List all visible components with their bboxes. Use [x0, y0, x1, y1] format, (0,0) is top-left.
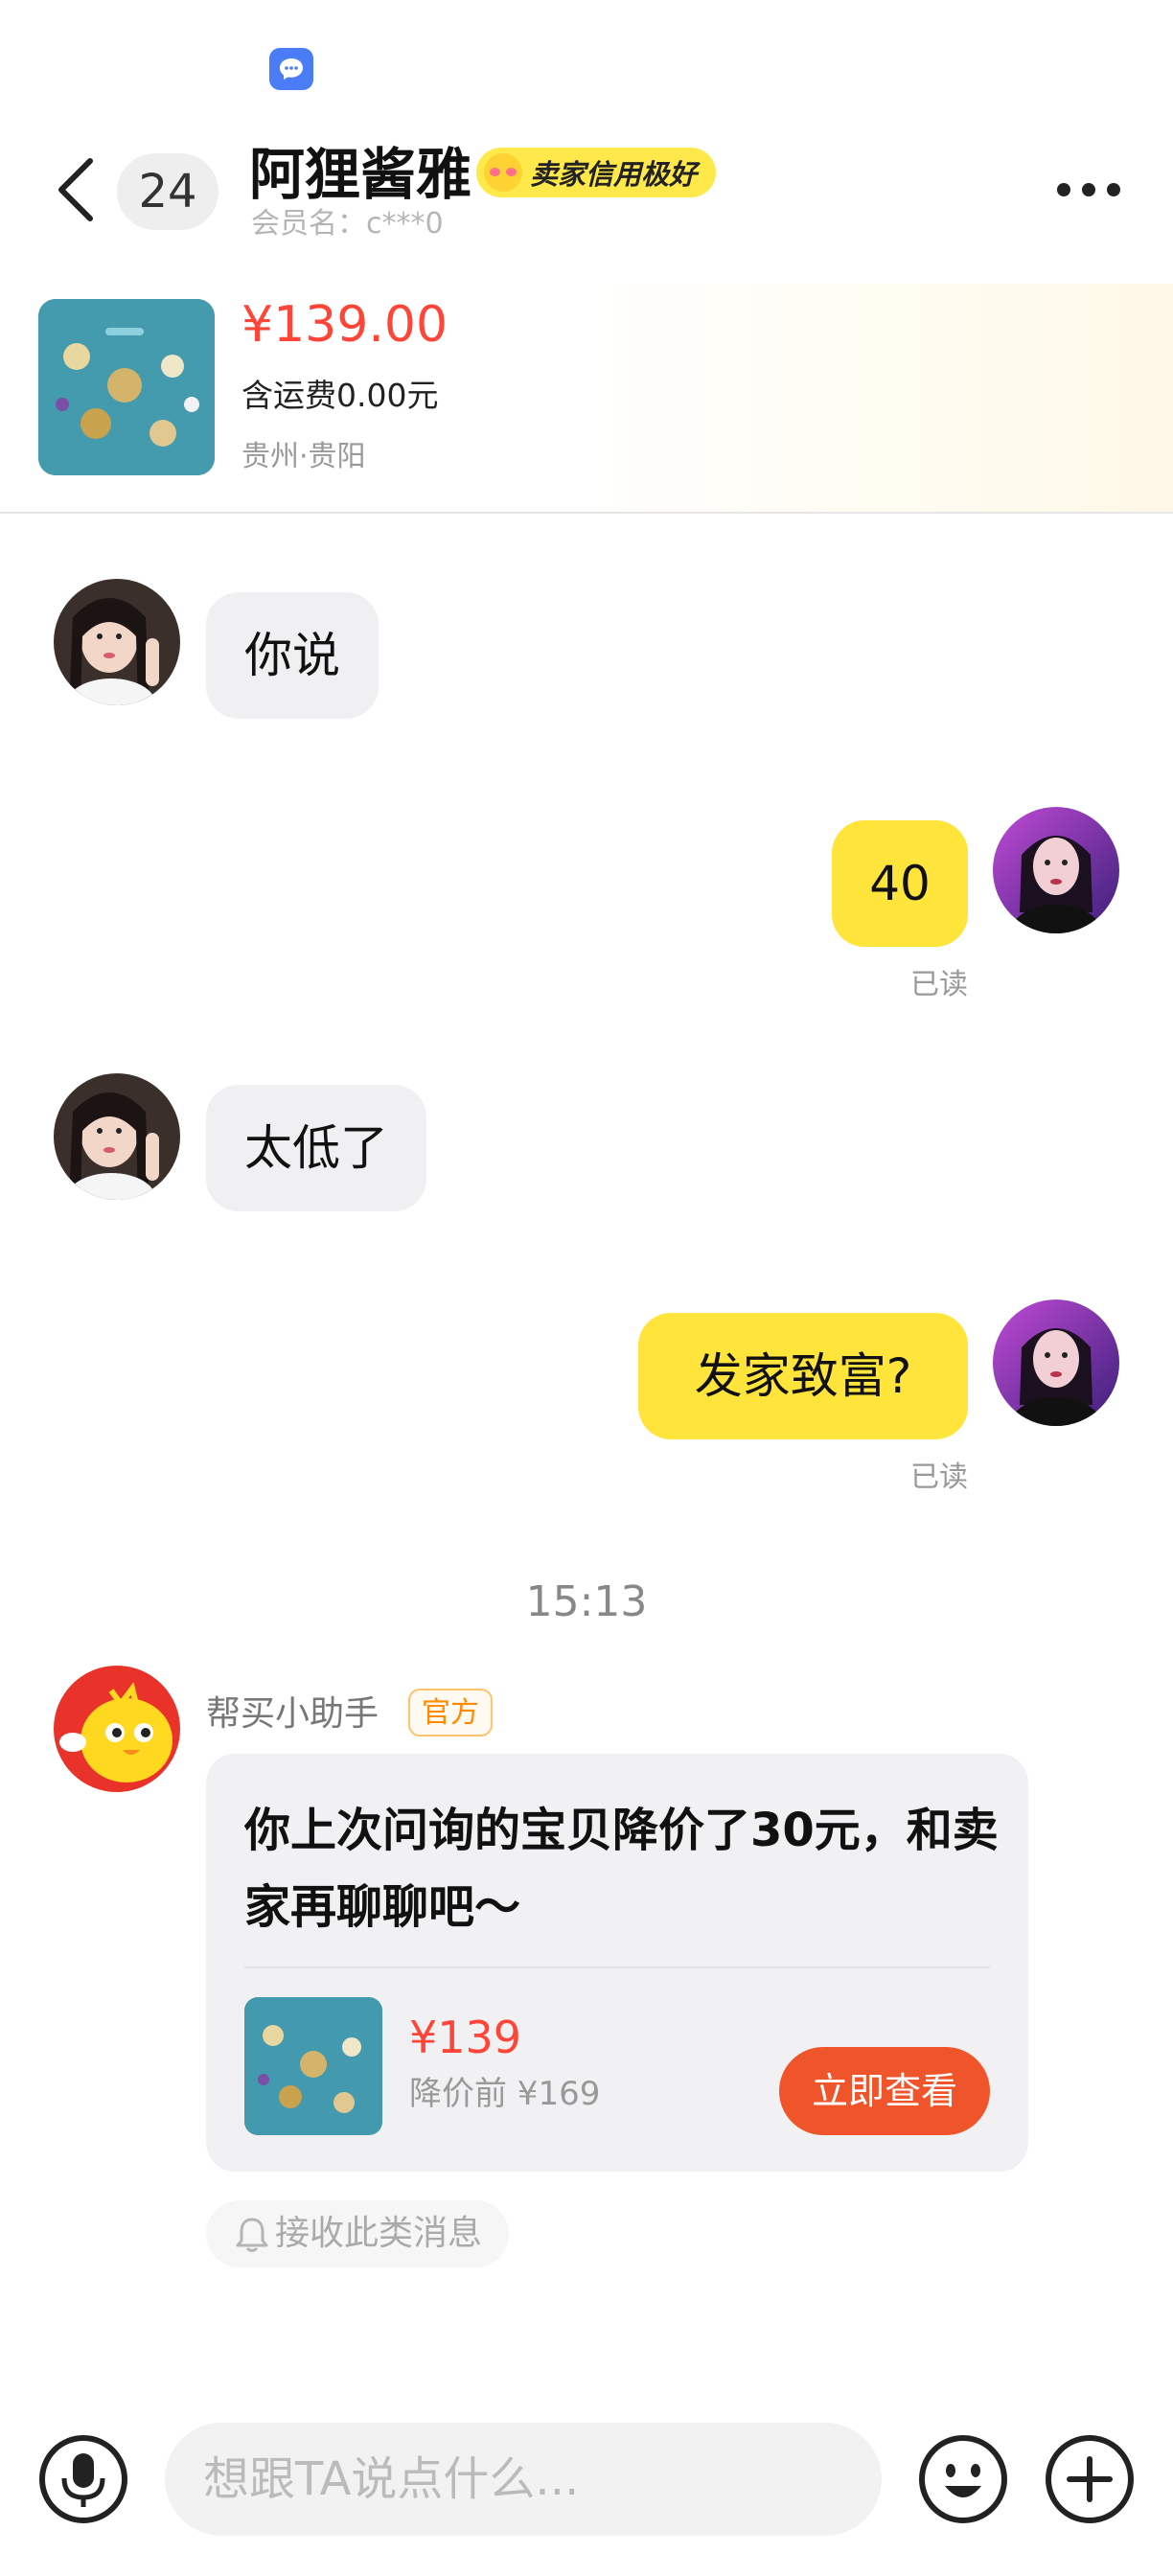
divider — [244, 1966, 990, 1968]
card-price: ¥139 — [409, 2012, 522, 2063]
shipping-fee: 含运费0.00元 — [242, 377, 439, 414]
card-original-price: 降价前 ¥169 — [409, 2075, 601, 2113]
microphone-icon — [39, 2435, 127, 2523]
smiley-face-icon — [484, 153, 522, 192]
subscribe-messages-button[interactable]: 接收此类消息 — [206, 2200, 510, 2267]
emoji-button[interactable] — [918, 2434, 1008, 2524]
member-name: 会员名：c***0 — [251, 207, 444, 241]
time-divider: 15:13 — [525, 1577, 648, 1626]
credit-badge-label: 卖家信用极好 — [530, 158, 698, 191]
seller-avatar[interactable] — [54, 1073, 180, 1200]
divider — [0, 512, 1173, 514]
more-dots-icon — [1057, 183, 1120, 196]
product-price: ¥139.00 — [242, 296, 448, 354]
card-product-thumbnail[interactable] — [244, 1997, 382, 2135]
read-receipt: 已读 — [910, 968, 968, 1001]
plus-icon — [1046, 2435, 1134, 2523]
bell-icon — [236, 2218, 268, 2252]
message-bubble-incoming[interactable]: 太低了 — [206, 1085, 426, 1211]
product-thumbnail[interactable] — [38, 299, 215, 475]
smiley-icon — [919, 2435, 1007, 2523]
message-bubble-outgoing[interactable]: 发家致富? — [638, 1313, 968, 1439]
voice-button[interactable] — [38, 2434, 128, 2524]
more-button[interactable] — [1052, 169, 1125, 211]
assistant-name: 帮买小助手 — [206, 1694, 380, 1734]
product-location: 贵州·贵阳 — [242, 440, 366, 473]
official-badge: 官方 — [408, 1689, 493, 1736]
my-avatar[interactable] — [993, 1300, 1119, 1426]
seller-name[interactable]: 阿狸酱雅 — [249, 136, 472, 213]
message-input[interactable]: 想跟TA说点什么... — [165, 2423, 882, 2536]
subscribe-label: 接收此类消息 — [275, 2214, 483, 2253]
price-drop-card[interactable]: 你上次问询的宝贝降价了30元，和卖家再聊聊吧～ ¥139 降价前 ¥169 立即… — [206, 1754, 1028, 2172]
chevron-left-icon — [58, 158, 93, 221]
read-receipt: 已读 — [910, 1460, 968, 1494]
unread-count-badge[interactable]: 24 — [117, 153, 218, 230]
message-bubble-outgoing[interactable]: 40 — [832, 820, 968, 947]
message-bubble-incoming[interactable]: 你说 — [206, 592, 379, 719]
my-avatar[interactable] — [993, 807, 1119, 933]
back-button[interactable] — [48, 151, 105, 228]
assistant-avatar[interactable] — [54, 1666, 180, 1792]
card-message: 你上次问询的宝贝降价了30元，和卖家再聊聊吧～ — [244, 1804, 999, 1934]
seller-avatar[interactable] — [54, 579, 180, 705]
chat-bubble-icon — [269, 48, 313, 90]
credit-badge[interactable]: 卖家信用极好 — [476, 148, 717, 197]
more-actions-button[interactable] — [1045, 2434, 1135, 2524]
view-now-button[interactable]: 立即查看 — [779, 2047, 990, 2135]
